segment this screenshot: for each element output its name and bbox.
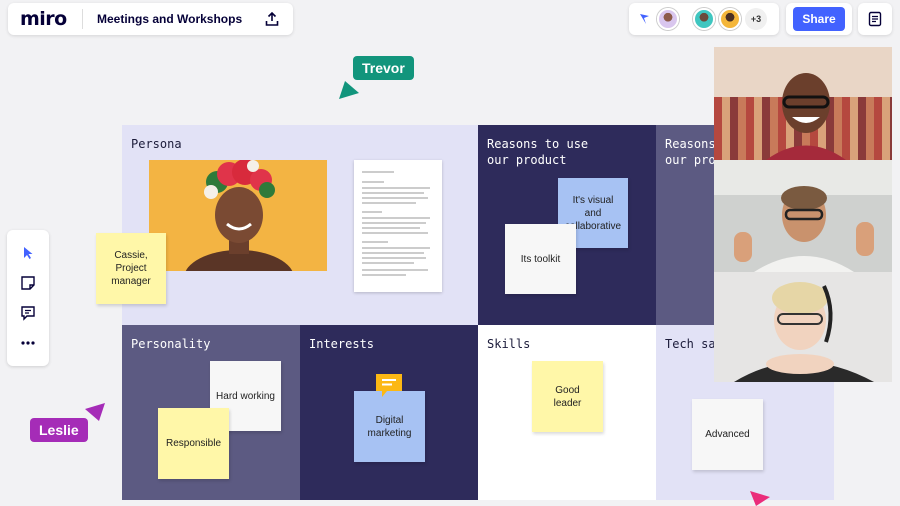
comment-tool[interactable] xyxy=(15,300,41,326)
header-divider xyxy=(82,9,83,29)
skills-title: Skills xyxy=(487,337,531,351)
comment-bubble-icon xyxy=(376,374,402,397)
share-wrapper: Share xyxy=(786,3,852,35)
reasons-title-2: Reasons our pro xyxy=(665,137,716,167)
video-tile[interactable] xyxy=(714,160,892,272)
sticky-note[interactable]: Advanced xyxy=(692,399,763,470)
cursor-label-leslie: Leslie xyxy=(30,418,88,442)
sticky-note-tool[interactable] xyxy=(15,270,41,296)
cursor-arrow-icon xyxy=(339,81,359,99)
personality-title: Personality xyxy=(131,337,211,351)
comment-marker[interactable] xyxy=(374,372,404,400)
cursor-arrow-icon xyxy=(750,491,770,506)
collaborators-bar: +3 xyxy=(629,3,779,35)
sticky-note[interactable]: Good leader xyxy=(532,361,603,432)
reactions-icon[interactable] xyxy=(637,11,653,27)
persona-title: Persona xyxy=(131,137,182,151)
left-toolbar xyxy=(7,230,49,366)
video-participant xyxy=(714,47,892,160)
video-participant xyxy=(714,160,892,272)
notes-icon xyxy=(868,11,882,27)
more-tools[interactable] xyxy=(15,330,41,356)
notes-button[interactable] xyxy=(858,3,892,35)
document-text-lines xyxy=(362,171,430,276)
portrait-illustration xyxy=(185,160,293,271)
upload-button[interactable] xyxy=(259,6,285,32)
sticky-note[interactable]: Its toolkit xyxy=(505,224,576,294)
tech-savvy-title: Tech sa xyxy=(665,337,716,351)
sticky-note[interactable]: Responsible xyxy=(158,408,229,479)
video-tile[interactable] xyxy=(714,47,892,160)
share-button[interactable]: Share xyxy=(793,7,845,31)
miro-logo[interactable]: miro xyxy=(20,8,82,30)
sticky-note-icon xyxy=(21,276,35,290)
select-tool[interactable] xyxy=(15,240,41,266)
avatar[interactable] xyxy=(719,8,741,30)
sticky-note[interactable]: Cassie, Project manager xyxy=(96,233,166,304)
board-title[interactable]: Meetings and Workshops xyxy=(97,12,247,26)
upload-icon xyxy=(265,11,279,26)
persona-photo[interactable] xyxy=(149,160,327,271)
board-header: miro Meetings and Workshops xyxy=(8,3,293,35)
interests-title: Interests xyxy=(309,337,375,351)
collaborators-count[interactable]: +3 xyxy=(745,8,767,30)
video-participant xyxy=(734,282,874,382)
comment-icon xyxy=(21,306,35,321)
more-icon xyxy=(21,341,35,345)
avatar[interactable] xyxy=(693,8,715,30)
persona-document[interactable] xyxy=(354,160,442,292)
video-tile[interactable] xyxy=(714,272,892,382)
cursor-arrow-icon xyxy=(85,403,105,421)
cursor-label-trevor: Trevor xyxy=(353,56,414,80)
cursor-icon xyxy=(24,247,33,259)
sticky-note[interactable]: Digital marketing xyxy=(354,391,425,462)
avatar[interactable] xyxy=(657,8,679,30)
reasons-title: Reasons to use our product xyxy=(487,137,589,167)
